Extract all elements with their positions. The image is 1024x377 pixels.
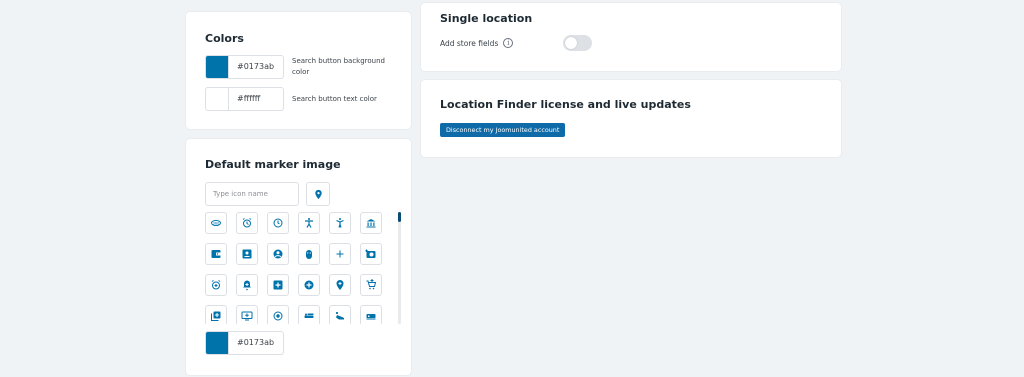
icon-option-clock[interactable] (267, 212, 289, 234)
single-location-panel: Single location Add store fields i (421, 3, 841, 71)
add-box-icon (273, 280, 283, 290)
icon-option-add-location[interactable] (329, 274, 351, 296)
map-pin-icon (314, 189, 322, 199)
icon-option-add-circle[interactable] (298, 274, 320, 296)
add-to-photos-icon (211, 311, 221, 321)
adjust-icon (273, 311, 283, 321)
add-location-icon (336, 280, 344, 290)
toggle-knob (565, 37, 577, 49)
icon-option-add-to-photos[interactable] (205, 305, 227, 324)
360-rotate-icon: 360 (211, 220, 221, 226)
icon-option-airline-seat-extra[interactable] (360, 305, 382, 324)
add-shopping-cart-icon (366, 279, 377, 290)
add-a-photo-icon (365, 249, 376, 258)
add-alarm-icon (211, 280, 221, 290)
colors-panel: Colors #0173ab Search button background … (186, 12, 411, 129)
icon-option-airline-seat-flat[interactable] (298, 305, 320, 324)
add-store-fields-row: Add store fields i (440, 38, 514, 48)
icon-option-account-circle[interactable] (267, 243, 289, 265)
icon-option-add-alert[interactable] (236, 274, 258, 296)
info-icon[interactable]: i (503, 38, 514, 48)
icon-option-airline-seat-angled[interactable] (329, 305, 351, 324)
bank-icon (366, 219, 376, 228)
license-panel: Location Finder license and live updates… (421, 80, 841, 157)
svg-text:360: 360 (213, 222, 220, 226)
wallet-icon (211, 250, 221, 258)
icon-search-input[interactable]: Type icon name (205, 182, 299, 206)
airline-seat-flat-icon (304, 313, 314, 318)
icon-grid-scrollbar[interactable] (398, 212, 401, 324)
airline-seat-angled-icon (335, 311, 344, 320)
add-alert-icon (243, 280, 251, 291)
account-circle-icon (273, 249, 283, 259)
icon-option-alarm[interactable] (236, 212, 258, 234)
selected-marker-button[interactable] (306, 182, 330, 206)
airline-seat-extra-icon (366, 314, 376, 320)
icon-option-adjust[interactable] (267, 305, 289, 324)
disconnect-account-button[interactable]: Disconnect my Joomunited account (440, 123, 566, 137)
text-color-row: #ffffff Search button text color (205, 87, 387, 111)
accessibility-new-icon (336, 218, 344, 228)
colors-title: Colors (205, 32, 244, 45)
adb-icon (306, 250, 312, 259)
text-color-swatch[interactable] (205, 87, 229, 111)
add-to-queue-icon (241, 311, 253, 321)
icon-option-wallet[interactable] (205, 243, 227, 265)
icon-option-add-shopping-cart[interactable] (360, 274, 382, 296)
add-store-fields-toggle[interactable] (563, 35, 592, 51)
marker-title: Default marker image (205, 158, 341, 171)
bg-color-row: #0173ab Search button background color (205, 55, 387, 79)
icon-grid: 360 (205, 212, 387, 324)
license-title: Location Finder license and live updates (440, 98, 691, 111)
marker-color-row: #0173ab (205, 331, 284, 355)
icon-option-contact-card[interactable] (236, 243, 258, 265)
marker-image-panel: Default marker image Type icon name 360 … (186, 139, 411, 375)
bg-color-label: Search button background color (292, 57, 385, 76)
single-location-title: Single location (440, 12, 533, 25)
add-circle-icon (304, 280, 314, 290)
icon-option-accessibility-new[interactable] (329, 212, 351, 234)
bg-color-input[interactable]: #0173ab (229, 55, 284, 79)
icon-option-add-box[interactable] (267, 274, 289, 296)
add-store-fields-label: Add store fields (440, 38, 499, 48)
marker-color-input[interactable]: #0173ab (229, 331, 284, 355)
alarm-icon (242, 218, 252, 228)
text-color-label: Search button text color (292, 95, 377, 103)
accessibility-icon (305, 218, 313, 228)
marker-color-swatch[interactable] (205, 331, 229, 355)
icon-option-add-to-queue[interactable] (236, 305, 258, 324)
contact-card-icon (242, 249, 252, 259)
text-color-input[interactable]: #ffffff (229, 87, 284, 111)
bg-color-swatch[interactable] (205, 55, 229, 79)
add-icon (336, 250, 344, 258)
icon-option-360-rotate[interactable]: 360 (205, 212, 227, 234)
icon-option-accessibility[interactable] (298, 212, 320, 234)
clock-icon (273, 218, 283, 228)
icon-option-add-a-photo[interactable] (360, 243, 382, 265)
scrollbar-thumb[interactable] (398, 212, 401, 222)
icon-option-bank[interactable] (360, 212, 382, 234)
icon-option-add[interactable] (329, 243, 351, 265)
icon-option-adb[interactable] (298, 243, 320, 265)
icon-option-add-alarm[interactable] (205, 274, 227, 296)
